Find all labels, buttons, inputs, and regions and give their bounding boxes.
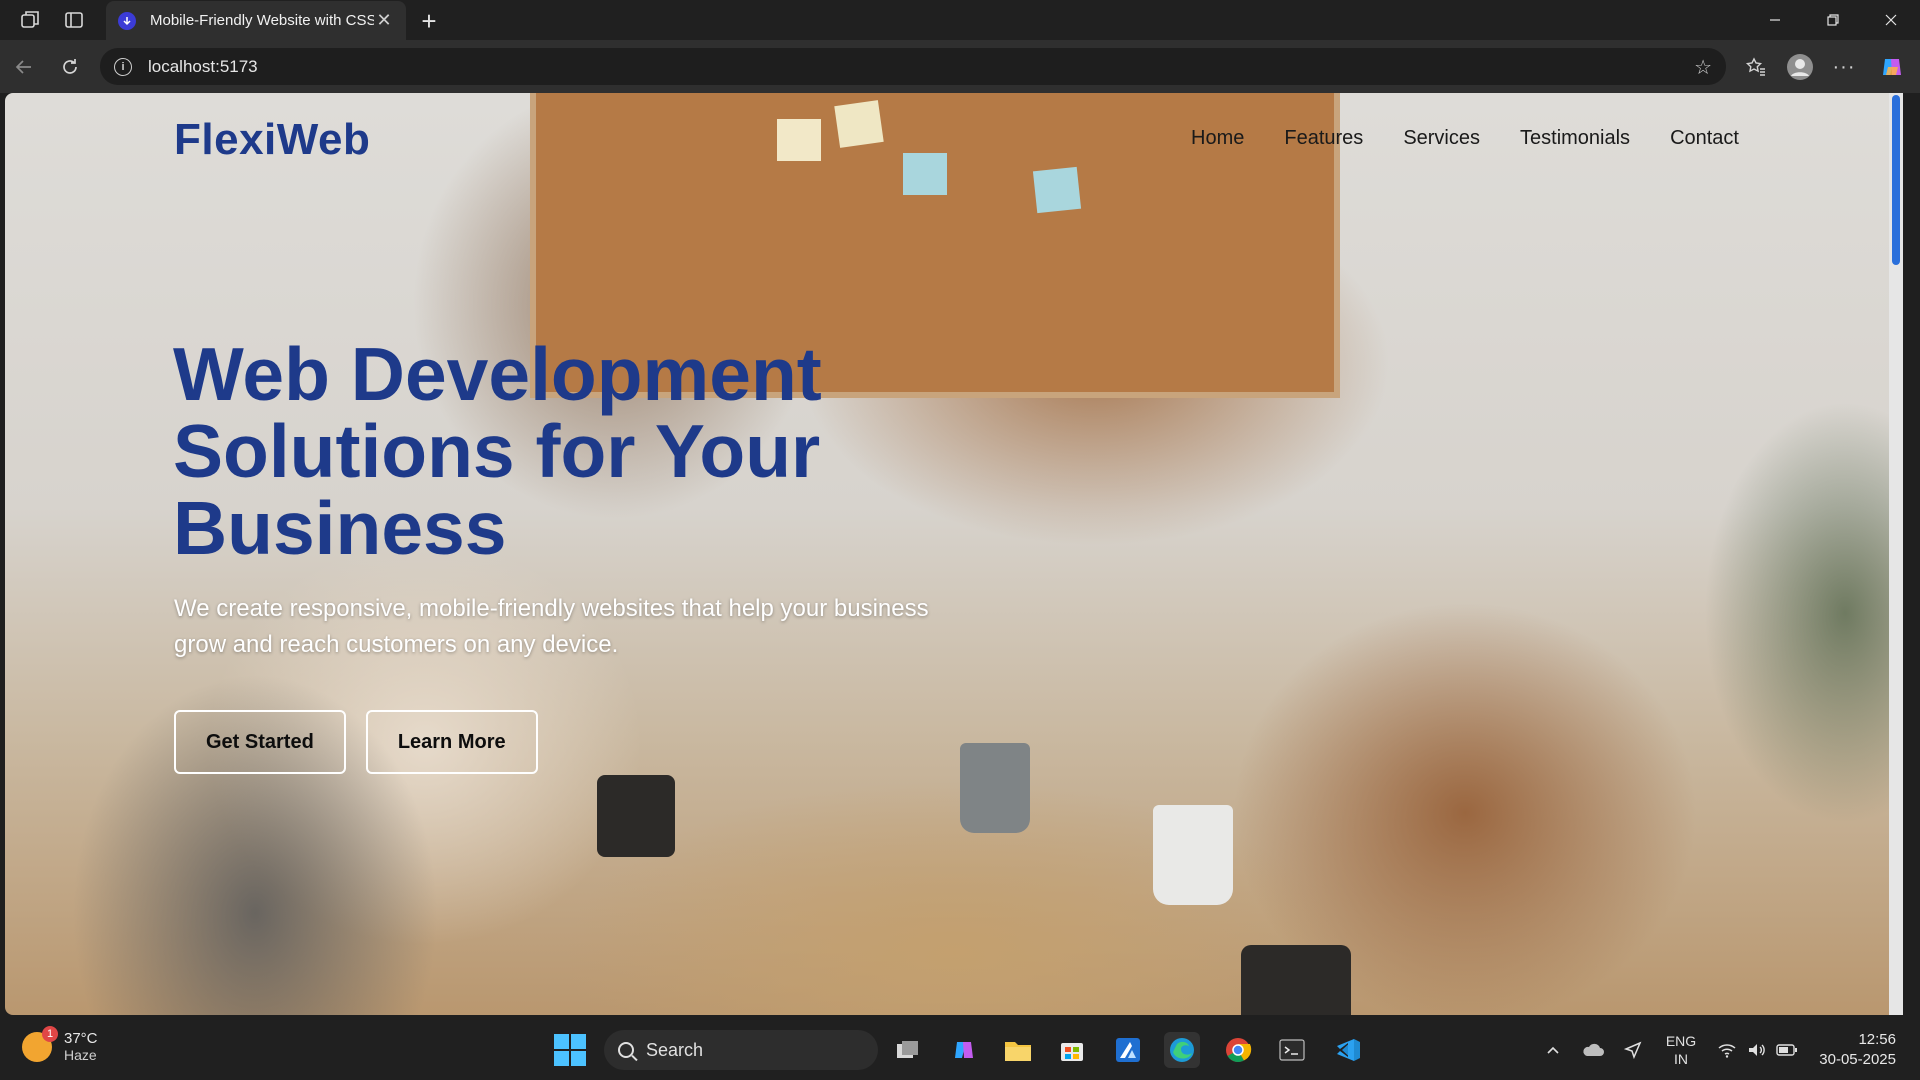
scrollbar-thumb[interactable] xyxy=(1892,95,1900,265)
sticky-note xyxy=(1032,166,1082,214)
address-bar[interactable]: i localhost:5173 ☆ xyxy=(100,48,1726,85)
chrome-icon[interactable] xyxy=(1220,1032,1256,1068)
lang-region: IN xyxy=(1674,1051,1688,1067)
clock-time: 12:56 xyxy=(1858,1031,1896,1048)
hero-buttons: Get Started Learn More xyxy=(174,710,538,774)
language-indicator[interactable]: ENG IN xyxy=(1660,1020,1702,1080)
favorites-icon[interactable] xyxy=(1738,49,1774,85)
more-options-icon[interactable]: ··· xyxy=(1826,49,1862,85)
favorite-star-icon[interactable]: ☆ xyxy=(1694,55,1712,80)
vertical-tabs-icon[interactable] xyxy=(52,0,96,40)
page-viewport: FlexiWeb Home Features Services Testimon… xyxy=(5,93,1903,1015)
hero-description: We create responsive, mobile-friendly we… xyxy=(174,595,929,658)
copilot-app-icon[interactable] xyxy=(946,1032,982,1068)
coffee-mug xyxy=(1153,805,1233,905)
nav-link-testimonials[interactable]: Testimonials xyxy=(1520,127,1630,150)
active-tab[interactable]: Mobile-Friendly Website with CSS ✕ xyxy=(106,1,406,40)
back-icon[interactable] xyxy=(6,49,42,85)
location-icon[interactable] xyxy=(1618,1020,1648,1080)
taskbar: 1 37°C Haze Search ENG IN 12:56 30-05-20… xyxy=(0,1020,1920,1080)
weather-haze-icon: 1 xyxy=(22,1025,58,1062)
site-favicon-icon xyxy=(118,11,136,30)
close-window-icon[interactable] xyxy=(1868,0,1914,40)
browser-toolbar: i localhost:5173 ☆ ··· xyxy=(0,40,1920,93)
title-bar: Mobile-Friendly Website with CSS ✕ + xyxy=(0,0,1920,40)
wifi-icon[interactable] xyxy=(1714,1020,1740,1080)
vscode-icon[interactable] xyxy=(1330,1032,1366,1068)
search-icon xyxy=(618,1042,634,1058)
url-text: localhost:5173 xyxy=(148,56,258,76)
volume-icon[interactable] xyxy=(1744,1020,1770,1080)
coffee-cup xyxy=(1241,945,1351,1015)
weather-desc: Haze xyxy=(64,1047,97,1063)
weather-badge: 1 xyxy=(42,1025,58,1042)
minimize-icon[interactable] xyxy=(1752,0,1798,40)
show-hidden-icons[interactable] xyxy=(1540,1020,1566,1080)
tab-title: Mobile-Friendly Website with CSS xyxy=(150,12,374,29)
sticky-note xyxy=(834,100,884,148)
sticky-note xyxy=(777,119,821,161)
taskbar-search-label: Search xyxy=(646,1039,704,1060)
battery-icon[interactable] xyxy=(1774,1020,1800,1080)
refresh-icon[interactable] xyxy=(52,49,88,85)
nav-link-features[interactable]: Features xyxy=(1284,127,1363,150)
lang-code: ENG xyxy=(1665,1033,1697,1049)
clock-date: 30-05-2025 xyxy=(1819,1051,1896,1068)
workspaces-icon[interactable] xyxy=(8,0,52,40)
nav-link-services[interactable]: Services xyxy=(1403,127,1480,150)
hero-title: Web Development Solutions for Your Busin… xyxy=(173,332,822,570)
coffee-mug xyxy=(960,743,1030,833)
get-started-button[interactable]: Get Started xyxy=(174,710,346,774)
site-info-icon[interactable]: i xyxy=(114,57,132,76)
weather-widget[interactable]: 1 37°C Haze xyxy=(22,1025,98,1063)
tab-close-icon[interactable]: ✕ xyxy=(374,10,394,31)
task-view-icon[interactable] xyxy=(890,1032,926,1068)
edge-browser-icon[interactable] xyxy=(1164,1032,1200,1068)
clock[interactable]: 12:56 30-05-2025 xyxy=(1819,1030,1896,1070)
azure-data-studio-icon[interactable] xyxy=(1110,1032,1146,1068)
sticky-note xyxy=(903,153,947,195)
terminal-icon[interactable] xyxy=(1274,1032,1310,1068)
weather-temp: 37°C xyxy=(64,1030,98,1047)
profile-avatar-icon[interactable] xyxy=(1782,49,1818,85)
file-explorer-icon[interactable] xyxy=(1000,1032,1036,1068)
nav-link-home[interactable]: Home xyxy=(1191,127,1244,150)
learn-more-button[interactable]: Learn More xyxy=(365,710,538,774)
site-logo[interactable]: FlexiWeb xyxy=(174,115,370,165)
onedrive-icon[interactable] xyxy=(1578,1020,1608,1080)
coffee-cup xyxy=(597,775,675,857)
site-nav: Home Features Services Testimonials Cont… xyxy=(1191,127,1739,150)
taskbar-search[interactable]: Search xyxy=(604,1030,878,1070)
new-tab-button[interactable]: + xyxy=(414,6,444,36)
page-scrollbar[interactable] xyxy=(1889,93,1903,1015)
copilot-icon[interactable] xyxy=(1874,49,1910,85)
nav-link-contact[interactable]: Contact xyxy=(1670,127,1739,150)
restore-icon[interactable] xyxy=(1810,0,1856,40)
windows-start-icon[interactable] xyxy=(554,1034,586,1066)
microsoft-store-icon[interactable] xyxy=(1054,1032,1090,1068)
